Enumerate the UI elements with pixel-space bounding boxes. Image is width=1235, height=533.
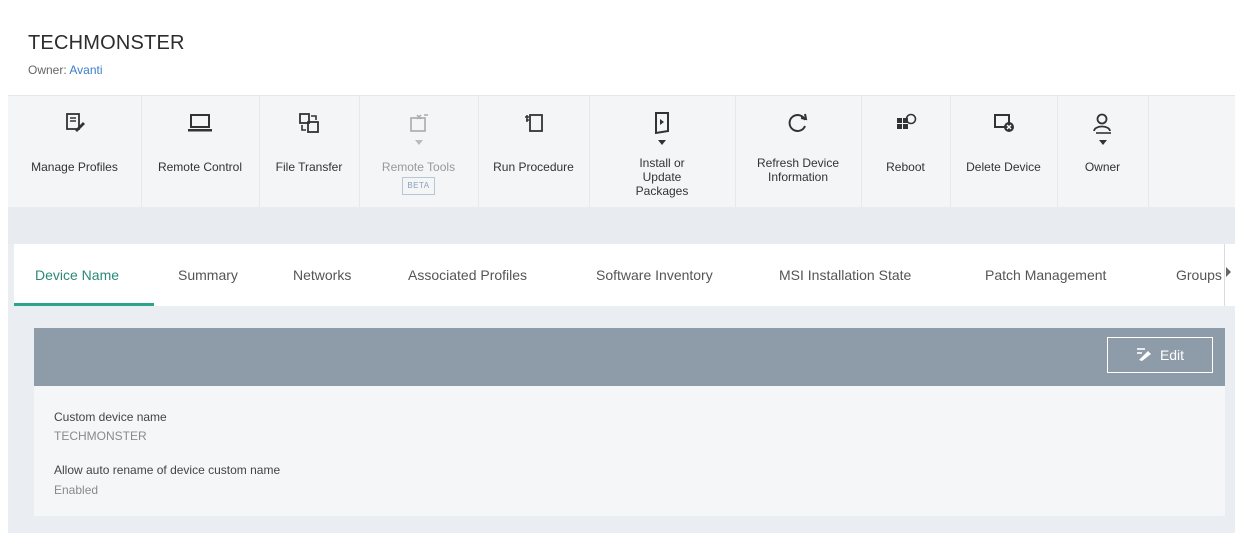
toolbar: Manage Profiles Remote Control File Tran… <box>8 95 1235 208</box>
owner-caret-icon <box>1057 140 1148 148</box>
edit-button[interactable]: Edit <box>1107 337 1213 373</box>
file-transfer-label: File Transfer <box>275 160 343 174</box>
refresh-device-info-button[interactable]: Refresh Device Information <box>735 96 862 208</box>
manage-profiles-button[interactable]: Manage Profiles <box>8 96 142 208</box>
edit-icon <box>1136 347 1152 364</box>
delete-device-icon <box>950 110 1057 136</box>
tab-bar: Device Name Summary Networks Associated … <box>14 244 1235 306</box>
file-transfer-icon <box>259 110 359 136</box>
remote-control-button[interactable]: Remote Control <box>141 96 260 208</box>
owner-link[interactable]: Avanti <box>69 63 102 77</box>
install-update-packages-button[interactable]: Install or Update Packages <box>589 96 736 208</box>
remote-tools-button[interactable]: Remote Tools BETA <box>359 96 479 208</box>
device-header <box>8 10 1235 95</box>
reboot-icon <box>861 110 950 136</box>
remote-control-label: Remote Control <box>157 160 243 174</box>
remote-tools-caret-icon <box>359 140 478 148</box>
tab-msi-installation-state[interactable]: MSI Installation State <box>779 244 911 306</box>
custom-device-name-label: Custom device name <box>54 410 167 424</box>
page-title: TECHMONSTER <box>28 32 185 54</box>
install-packages-caret-icon <box>589 140 735 148</box>
refresh-device-info-label: Refresh Device Information <box>756 156 840 184</box>
tab-associated-profiles[interactable]: Associated Profiles <box>408 244 527 306</box>
edit-label: Edit <box>1159 347 1185 363</box>
tab-groups[interactable]: Groups <box>1176 244 1222 306</box>
manage-profiles-icon <box>8 110 141 136</box>
run-procedure-label: Run Procedure <box>493 160 574 174</box>
remote-tools-label: Remote Tools BETA <box>361 160 476 195</box>
manage-profiles-label: Manage Profiles <box>31 160 118 174</box>
tab-patch-management[interactable]: Patch Management <box>985 244 1106 306</box>
install-packages-icon <box>589 110 735 136</box>
refresh-icon <box>735 110 861 136</box>
reboot-button[interactable]: Reboot <box>861 96 951 208</box>
panel-header: Edit <box>34 328 1225 386</box>
owner-label-text: Owner <box>1084 160 1121 174</box>
run-procedure-button[interactable]: Run Procedure <box>478 96 590 208</box>
install-packages-label: Install or Update Packages <box>635 156 689 198</box>
beta-badge: BETA <box>402 177 435 195</box>
auto-rename-value: Enabled <box>54 483 99 497</box>
owner-label: Owner: <box>28 63 67 77</box>
file-transfer-button[interactable]: File Transfer <box>259 96 360 208</box>
delete-device-button[interactable]: Delete Device <box>950 96 1058 208</box>
tab-software-inventory[interactable]: Software Inventory <box>596 244 713 306</box>
remote-tools-text: Remote Tools <box>381 160 456 174</box>
device-name-panel: Custom device name TECHMONSTER Allow aut… <box>34 386 1225 516</box>
owner-icon <box>1057 110 1148 136</box>
toolbar-separator <box>8 207 1235 244</box>
delete-device-label: Delete Device <box>966 160 1041 174</box>
auto-rename-label: Allow auto rename of device custom name <box>54 463 281 477</box>
reboot-label: Reboot <box>886 160 925 174</box>
owner-line: Owner: Avanti <box>28 63 103 77</box>
remote-tools-icon <box>359 110 478 136</box>
laptop-icon <box>141 110 259 136</box>
tab-networks[interactable]: Networks <box>293 244 351 306</box>
tab-device-name[interactable]: Device Name <box>35 244 119 306</box>
run-procedure-icon <box>478 110 589 136</box>
owner-button[interactable]: Owner <box>1057 96 1149 208</box>
tab-scroll-right-icon[interactable] <box>1226 267 1231 277</box>
tab-summary[interactable]: Summary <box>178 244 238 306</box>
custom-device-name-value: TECHMONSTER <box>54 429 147 443</box>
